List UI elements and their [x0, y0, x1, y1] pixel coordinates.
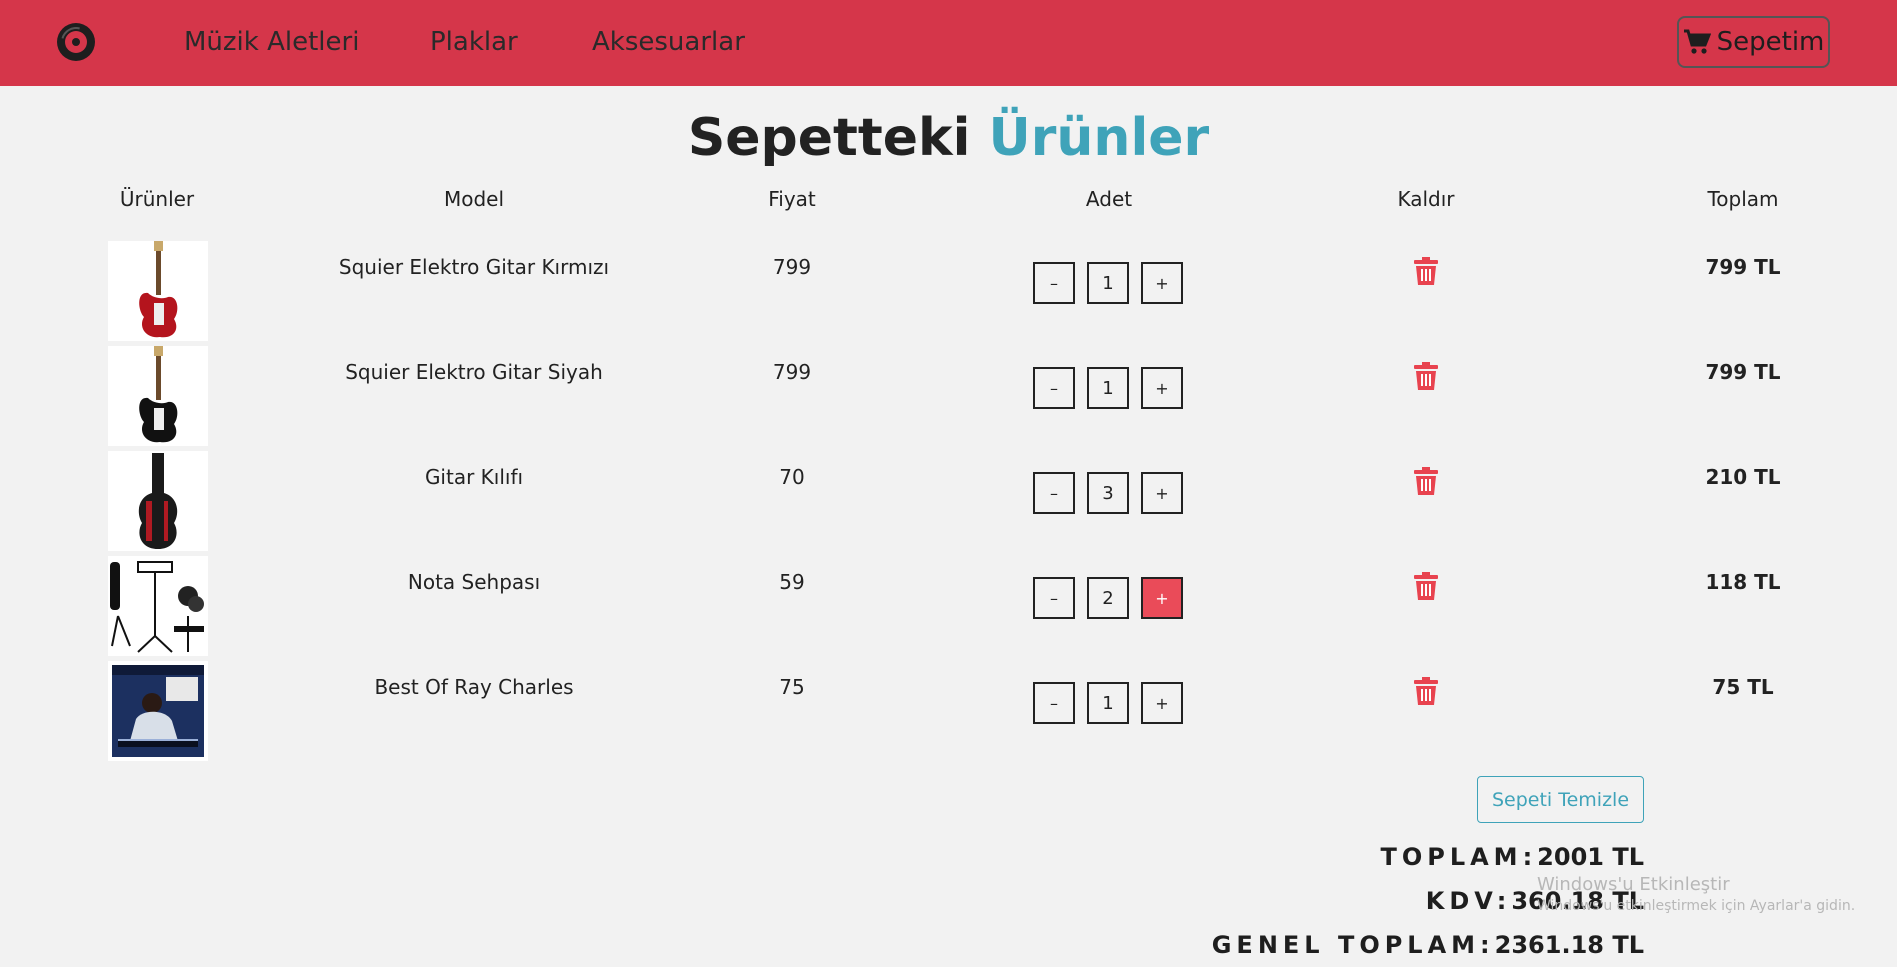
increase-quantity-button[interactable]: + [1141, 367, 1183, 409]
product-price: 75 [779, 675, 805, 699]
product-image-guitar-case [108, 451, 208, 551]
grand-total-line: GENEL TOPLAM:2361.18 TL [1212, 931, 1644, 959]
nav-link-aksesuarlar[interactable]: Aksesuarlar [592, 23, 745, 61]
increase-quantity-button[interactable]: + [1141, 577, 1183, 619]
header-fiyat: Fiyat [768, 187, 816, 211]
trash-icon[interactable] [1414, 257, 1438, 285]
quantity-value: 3 [1087, 472, 1129, 514]
product-model: Gitar Kılıfı [424, 465, 524, 489]
table-row: Squier Elektro Gitar Kırmızı 799 – 1 + 7… [0, 241, 1897, 346]
nav-link-plaklar[interactable]: Plaklar [430, 23, 518, 61]
header-adet: Adet [1085, 187, 1133, 211]
row-total: 75 TL [1712, 675, 1774, 699]
table-row: Squier Elektro Gitar Siyah 799 – 1 + 799… [0, 346, 1897, 451]
product-model: Squier Elektro Gitar Kırmızı [338, 255, 610, 279]
header-toplam: Toplam [1707, 187, 1779, 211]
increase-quantity-button[interactable]: + [1141, 472, 1183, 514]
header-urunler: Ürünler [119, 187, 195, 211]
shopping-cart-icon [1683, 29, 1711, 54]
page-title: Sepetteki Ürünler [0, 108, 1897, 168]
table-row: Best Of Ray Charles 75 – 1 + 75 TL [0, 661, 1897, 766]
subtotal-line: TOPLAM:2001 TL [1380, 843, 1644, 871]
windows-activation-watermark-subtext: Windows'u etkinleştirmek için Ayarlar'a … [1537, 898, 1856, 914]
product-model: Best Of Ray Charles [374, 675, 574, 699]
row-total: 210 TL [1705, 465, 1781, 489]
quantity-value: 1 [1087, 367, 1129, 409]
product-model: Squier Elektro Gitar Siyah [345, 360, 603, 384]
product-image-music-stand [108, 556, 208, 656]
nav-link-muzik-aletleri[interactable]: Müzik Aletleri [184, 23, 359, 61]
navbar: Müzik Aletleri Plaklar Aksesuarlar Sepet… [0, 0, 1897, 86]
decrease-quantity-button[interactable]: – [1033, 682, 1075, 724]
trash-icon[interactable] [1414, 362, 1438, 390]
product-image-ray-charles-album [108, 661, 208, 761]
page-title-main: Sepetteki [687, 108, 971, 168]
subtotal-value: 2001 TL [1537, 843, 1644, 871]
decrease-quantity-button[interactable]: – [1033, 262, 1075, 304]
trash-icon[interactable] [1414, 677, 1438, 705]
subtotal-label: TOPLAM: [1380, 843, 1538, 871]
cart-button-label: Sepetim [1716, 27, 1825, 57]
table-row: Nota Sehpası 59 – 2 + 118 TL [0, 556, 1897, 661]
row-total: 799 TL [1705, 360, 1781, 384]
row-total: 118 TL [1705, 570, 1781, 594]
product-price: 799 [772, 360, 812, 384]
quantity-value: 2 [1087, 577, 1129, 619]
grand-total-label: GENEL TOPLAM: [1211, 931, 1495, 959]
product-model: Nota Sehpası [407, 570, 541, 594]
decrease-quantity-button[interactable]: – [1033, 472, 1075, 514]
page-title-accent: Ürünler [988, 108, 1210, 168]
increase-quantity-button[interactable]: + [1141, 682, 1183, 724]
quantity-value: 1 [1087, 682, 1129, 724]
table-row: Gitar Kılıfı 70 – 3 + 210 TL [0, 451, 1897, 556]
trash-icon[interactable] [1414, 572, 1438, 600]
header-kaldir: Kaldır [1397, 187, 1455, 211]
product-image-black-guitar [108, 346, 208, 446]
increase-quantity-button[interactable]: + [1141, 262, 1183, 304]
decrease-quantity-button[interactable]: – [1033, 577, 1075, 619]
grand-total-value: 2361.18 TL [1494, 931, 1644, 959]
trash-icon[interactable] [1414, 467, 1438, 495]
product-price: 59 [779, 570, 805, 594]
tax-label: KDV: [1425, 887, 1512, 915]
product-image-red-guitar [108, 241, 208, 341]
quantity-value: 1 [1087, 262, 1129, 304]
product-price: 799 [772, 255, 812, 279]
header-model: Model [443, 187, 505, 211]
decrease-quantity-button[interactable]: – [1033, 367, 1075, 409]
windows-activation-watermark: Windows'u Etkinleştir [1537, 874, 1730, 895]
cart-button[interactable]: Sepetim [1677, 16, 1830, 68]
product-price: 70 [779, 465, 805, 489]
row-total: 799 TL [1705, 255, 1781, 279]
clear-cart-button[interactable]: Sepeti Temizle [1477, 776, 1644, 823]
vinyl-record-logo-icon[interactable] [55, 21, 97, 63]
